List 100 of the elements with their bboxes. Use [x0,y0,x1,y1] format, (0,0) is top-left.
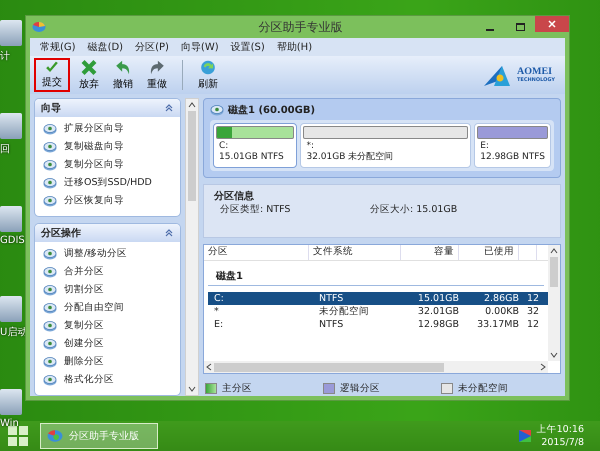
sidebar-item[interactable]: 复制分区 [43,318,172,334]
partition-block[interactable]: C: 15.01GB NTFS [213,123,298,168]
sidebar-item[interactable]: 合并分区 [43,264,172,280]
sidebar-item[interactable]: 复制磁盘向导 [43,139,172,154]
table-cell-text: 33.17MB [476,319,520,330]
column-header[interactable]: 已使用 [459,245,519,260]
partition-letter: *: [306,141,316,152]
menu-item[interactable]: 常规(G) [34,40,82,54]
partition-type: 分区类型: NTFS [220,203,292,216]
desktop-icon[interactable] [0,296,22,322]
desktop-icon[interactable] [0,206,22,232]
legend-label: 未分配空间 [458,382,508,394]
legend-swatch [441,382,453,394]
desktop-icon-label: Win [0,418,19,429]
scroll-up-icon[interactable] [188,102,196,108]
partition-info: 12.98GB NTFS [480,152,545,163]
table-cell-text: 32.01GB [416,306,460,317]
scrollbar[interactable] [548,245,560,361]
desktop-icon-label: 计 [0,50,10,63]
desktop-icon[interactable] [0,113,22,139]
disk-icon [43,140,57,152]
logo-name: AOMEI [517,67,553,77]
partition-size: 分区大小: 15.01GB [370,203,458,216]
sidebar-item[interactable]: 分区恢复向导 [43,193,172,208]
clock-date: 2015/7/8 [541,436,584,449]
sidebar-item[interactable]: 创建分区 [43,336,172,352]
table-row[interactable]: * 未分配空间 32.01GB 0.00KB 32 [208,305,548,318]
scroll-down-icon[interactable] [188,386,196,392]
toolbar-button[interactable]: 放弃 [74,58,104,92]
sidebar-item[interactable]: 迁移OS到SSD/HDD [43,175,172,190]
column-header[interactable]: 文件系统 [309,245,401,260]
scroll-down-icon[interactable] [550,352,558,358]
table-cell-text: NTFS [318,293,344,304]
collapse-icon[interactable] [164,229,174,238]
sidebar-item[interactable]: 复制分区向导 [43,157,172,172]
disk-icon [43,158,57,170]
scroll-left-icon[interactable] [204,363,214,371]
table-cell-text: * [213,306,220,317]
desktop-icon-label: GDIS [0,235,25,246]
column-header[interactable]: 容量 [401,245,459,260]
disk-icon [43,320,57,332]
toolbar-button[interactable]: 撤销 [108,58,138,92]
panel-title: 分区操作 [41,226,81,240]
tray-icon[interactable] [518,430,531,442]
desktop-icon-label: 回 [0,143,10,156]
scrollbar[interactable] [185,98,199,396]
disk-icon [43,248,57,260]
sidebar-item[interactable]: 删除分区 [43,354,172,370]
horizontal-scrollbar[interactable] [204,361,548,373]
table-row[interactable]: C: NTFS 15.01GB 2.86GB 12 [208,292,548,305]
disk-icon [43,338,57,350]
app-icon [47,429,63,443]
menu-item[interactable]: 帮助(H) [270,40,318,54]
scroll-right-icon[interactable] [538,363,548,371]
clock-time: 上午10:16 [536,423,584,436]
sidebar-item[interactable]: 扩展分区向导 [43,121,172,136]
close-button[interactable] [535,16,569,32]
legend-label: 逻辑分区 [340,382,380,394]
desktop-icon[interactable] [0,20,22,46]
scroll-thumb[interactable] [214,362,444,372]
partition-block[interactable]: *: 32.01GB 未分配空间 [300,123,472,168]
window-title: 分区助手专业版 [258,18,344,36]
table-row[interactable]: E: NTFS 12.98GB 33.17MB 12 [208,318,548,331]
legend-swatch [205,382,217,394]
toolbar-button[interactable]: 提交 [34,58,70,92]
toolbar-button[interactable]: 重做 [142,58,172,92]
start-icon[interactable] [8,426,28,446]
table-cell-text: 0.00KB [484,306,520,317]
menu-item[interactable]: 设置(S) [224,40,271,54]
sidebar-item[interactable]: 分配自由空间 [43,300,172,316]
partition-letter: C: [219,141,230,152]
disk-icon [43,356,57,368]
partition-info: 15.01GB NTFS [219,152,285,163]
table-cell-text: 15.01GB [416,293,460,304]
menu-item[interactable]: 分区(P) [129,40,175,54]
table-cell-text: E: [213,319,224,330]
maximize-icon [516,23,524,31]
column-header[interactable]: 分区 [204,245,309,260]
sidebar-item[interactable]: 调整/移动分区 [43,246,172,262]
partition-block[interactable]: E: 12.98GB NTFS [474,123,551,168]
refresh-icon [198,59,218,76]
scroll-thumb[interactable] [550,257,558,287]
desktop-icon[interactable] [0,389,22,415]
sidebar-item[interactable]: 切割分区 [43,282,172,298]
drive-icon [210,104,224,116]
disk-group-label: 磁盘1 [208,269,544,286]
table-cell-text: 32 [526,306,540,317]
disk-icon [43,374,57,386]
scroll-thumb[interactable] [188,111,196,201]
table-cell-text: 未分配空间 [318,305,370,318]
disk-icon [43,266,57,278]
disk-title: 磁盘1 (60.00GB) [228,104,316,117]
scroll-up-icon[interactable] [550,248,558,254]
collapse-icon[interactable] [164,104,174,112]
app-icon [32,21,46,33]
sidebar-item[interactable]: 格式化分区 [43,372,172,388]
partition-info: 32.01GB 未分配空间 [306,152,394,163]
menu-item[interactable]: 向导(W) [174,40,225,54]
menu-item[interactable]: 磁盘(D) [82,40,130,54]
toolbar-button[interactable]: 刷新 [193,58,223,92]
